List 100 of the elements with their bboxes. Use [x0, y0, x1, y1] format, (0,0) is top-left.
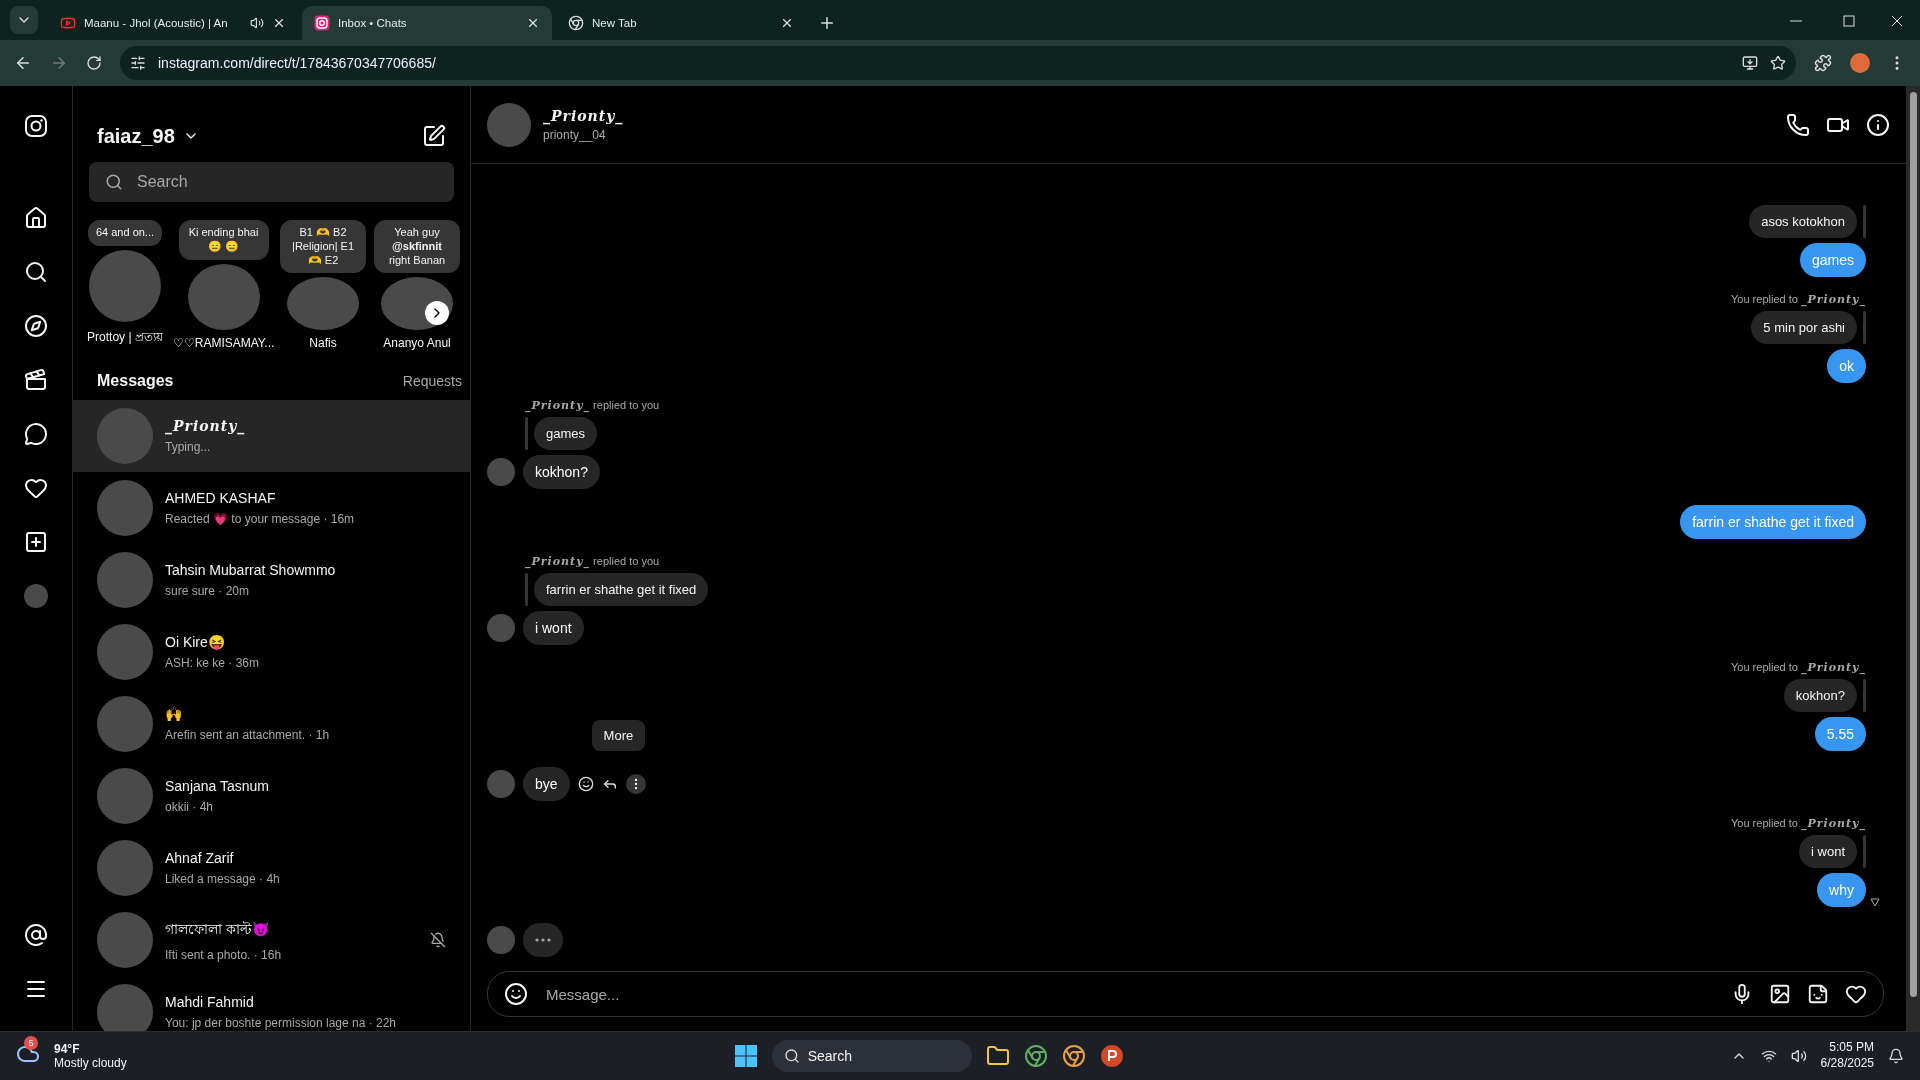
reload-icon[interactable] — [86, 55, 102, 71]
network-icon[interactable] — [1760, 1048, 1777, 1064]
close-icon[interactable] — [272, 16, 286, 30]
messenger-icon[interactable] — [24, 422, 48, 446]
image-icon[interactable] — [1769, 983, 1791, 1005]
avatar — [487, 770, 515, 798]
info-icon[interactable] — [1866, 112, 1890, 137]
new-tab-icon[interactable] — [818, 14, 836, 32]
temperature: 94°F — [54, 1041, 81, 1056]
avatar — [97, 696, 153, 752]
conversation-item[interactable]: 🙌 Arefin sent an attachment. · 1h — [73, 688, 470, 760]
avatar — [97, 984, 153, 1031]
play-icon — [60, 15, 76, 31]
message-preview: Ifti sent a photo. · 16h — [165, 948, 283, 962]
quoted-message: asos kotokhon — [1749, 205, 1857, 238]
conversation-item[interactable]: Sanjana Tasnum okkii · 4h — [73, 760, 470, 832]
start-icon[interactable] — [733, 1044, 758, 1068]
search-icon[interactable] — [24, 260, 48, 284]
close-icon[interactable] — [526, 16, 540, 30]
message-field[interactable]: Message... — [544, 984, 1715, 1004]
clock-time: 5:05 PM — [1829, 1040, 1874, 1056]
chat-handle: prionty__04 — [543, 127, 607, 142]
message-bubble: ok — [1827, 349, 1866, 383]
camera-logo-icon[interactable] — [24, 114, 48, 138]
plus-icon[interactable] — [24, 530, 48, 554]
reply-note: You replied to _Prionty_ — [1731, 817, 1866, 830]
browser-logo-icon — [568, 15, 584, 31]
avatar — [97, 552, 153, 608]
browser-tab[interactable]: Inbox • Chats — [302, 6, 552, 40]
conversation-item[interactable]: Oi Kire😝 ASH: ke ke · 36m — [73, 616, 470, 688]
phone-icon[interactable] — [1786, 112, 1810, 137]
address-bar[interactable]: instagram.com/direct/t/17843670347706685/ — [120, 46, 1796, 80]
browser-logo-icon[interactable] — [1023, 1044, 1048, 1068]
avatar — [487, 614, 515, 642]
contact-name: 🙌 — [165, 706, 183, 722]
folder-icon[interactable] — [985, 1044, 1010, 1068]
browser-logo-icon[interactable] — [1061, 1044, 1086, 1068]
install-icon[interactable] — [1742, 55, 1758, 71]
site-settings-icon[interactable] — [130, 55, 146, 71]
note-bubble: B1 🫶 B2 |Religion| E1 🫶 E2 — [280, 220, 367, 274]
clapperboard-icon[interactable] — [24, 368, 48, 392]
speaker-icon[interactable] — [1790, 1048, 1807, 1064]
avatar — [487, 458, 515, 486]
home-icon[interactable] — [24, 206, 48, 230]
speaker-icon[interactable] — [250, 16, 264, 30]
conversation-item[interactable]: Tahsin Mubarrat Showmmo sure sure · 20m — [73, 544, 470, 616]
reply-note: You replied to _Prionty_ — [1731, 661, 1866, 674]
at-sign-icon[interactable] — [24, 923, 48, 947]
weather-text: Mostly cloudy — [54, 1056, 127, 1071]
message-bubble: kokhon? — [523, 455, 600, 489]
message-preview: Reacted 💗 to your message · 16m — [165, 512, 356, 526]
slides-app-icon[interactable] — [1099, 1044, 1124, 1068]
scrollbar[interactable] — [1906, 86, 1920, 1031]
composer-bar[interactable]: Message... — [487, 971, 1884, 1017]
contact-name: Tahsin Mubarrat Showmmo — [165, 562, 337, 578]
quoted-message: games — [534, 417, 598, 450]
extensions-icon[interactable] — [1814, 54, 1832, 72]
close-icon[interactable] — [780, 16, 794, 30]
forward-icon[interactable] — [50, 54, 68, 72]
bell-icon[interactable] — [1888, 1048, 1904, 1064]
back-icon[interactable] — [14, 54, 32, 72]
message-bubble: farrin er shathe get it fixed — [1680, 505, 1866, 539]
sticker-icon[interactable] — [1807, 983, 1829, 1005]
heart-icon[interactable] — [24, 476, 48, 500]
message-bubble: 5.55 — [1814, 717, 1866, 751]
conversation-item[interactable]: Ahnaf Zarif Liked a message · 4h — [73, 832, 470, 904]
heart-icon[interactable] — [1845, 983, 1867, 1005]
message-bubble: bye — [523, 767, 570, 801]
search-icon — [105, 173, 123, 191]
message-preview: ASH: ke ke · 36m — [165, 656, 261, 670]
compose-icon[interactable] — [422, 124, 446, 148]
search-field[interactable]: Search — [89, 162, 454, 202]
profile-avatar[interactable] — [1850, 53, 1870, 73]
clock-date: 6/28/2025 — [1820, 1056, 1874, 1072]
emoji-icon[interactable] — [577, 776, 594, 792]
message-preview: okkii · 4h — [165, 800, 215, 814]
note-author: Ananyo Anul — [383, 336, 451, 350]
reply-note: You replied to _Prionty_ — [1731, 293, 1866, 306]
browser-tab[interactable]: Maanu - Jhol (Acoustic) | An — [48, 6, 298, 40]
browser-tab[interactable]: New Tab — [556, 6, 806, 40]
notification-badge: 5 — [24, 1036, 38, 1050]
conversation-item[interactable]: AHMED KASHAF Reacted 💗 to your message · 16m — [73, 472, 470, 544]
taskbar-search[interactable]: Search — [771, 1040, 972, 1072]
compass-icon[interactable] — [24, 314, 48, 338]
requests-link[interactable]: Requests — [402, 373, 462, 389]
avatar — [97, 624, 153, 680]
tab-list-button[interactable] — [10, 6, 38, 34]
contact-name: Sanjana Tasnum — [165, 778, 271, 794]
tab-title: New Tab — [592, 17, 638, 29]
avatar — [97, 480, 153, 536]
tab-title: Maanu - Jhol (Acoustic) | An — [84, 17, 229, 29]
quoted-message: kokhon? — [1783, 679, 1857, 712]
quoted-message: farrin er shathe get it fixed — [534, 573, 709, 606]
message-bubble: i wont — [523, 611, 584, 645]
conversation-item[interactable]: গালফোলা কাল্ট😈 Ifti sent a photo. · 16h — [73, 904, 470, 976]
chat-name: _Prionty_ — [543, 107, 625, 124]
conversation-item[interactable]: _Prionty_ Typing... — [73, 400, 470, 472]
avatar — [97, 768, 153, 824]
quoted-message: i wont — [1799, 835, 1857, 868]
bookmark-star-icon[interactable] — [1770, 55, 1786, 71]
